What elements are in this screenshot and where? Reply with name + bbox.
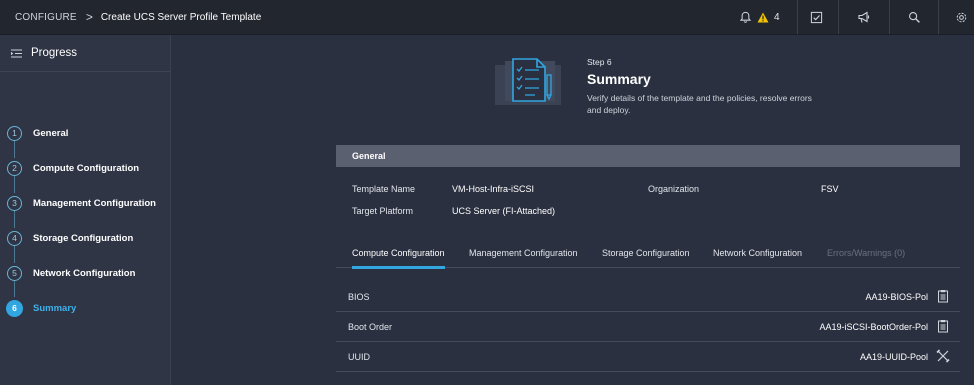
policy-value[interactable]: AA19-BIOS-Pol [865, 292, 928, 302]
progress-sidebar: Progress 1 General 2 Compute Configurati… [0, 35, 171, 385]
tab-management-configuration[interactable]: Management Configuration [469, 239, 578, 267]
warning-alerts[interactable]: 4 [757, 0, 787, 34]
summary-description: Verify details of the template and the p… [587, 93, 812, 115]
bell-icon[interactable] [736, 0, 754, 34]
step-number: 5 [7, 265, 22, 281]
general-section-title: General [352, 151, 386, 161]
breadcrumb: CONFIGURE > Create UCS Server Profile Te… [15, 10, 261, 24]
policy-value[interactable]: AA19-iSCSI-BootOrder-Pol [819, 322, 928, 332]
policy-row-boot-order: Boot Order AA19-iSCSI-BootOrder-Pol [336, 312, 960, 342]
policy-name: BIOS [348, 291, 370, 302]
step-label: Compute Configuration [33, 162, 140, 174]
organization-value: FSV [821, 184, 839, 194]
step-number: 2 [7, 160, 22, 176]
config-tabs: Compute Configuration Management Configu… [336, 239, 960, 269]
step-storage-configuration[interactable]: 4 Storage Configuration [0, 227, 170, 249]
summary-header: Step 6 Summary Verify details of the tem… [587, 57, 827, 116]
summary-document-icon [495, 53, 565, 124]
step-label: Storage Configuration [33, 232, 134, 244]
tab-errors-warnings: Errors/Warnings (0) [827, 248, 906, 258]
main-content: Step 6 Summary Verify details of the tem… [171, 35, 974, 385]
step-label: Network Configuration [33, 267, 136, 279]
tab-storage-configuration[interactable]: Storage Configuration [602, 239, 690, 267]
policy-name: Boot Order [348, 321, 393, 332]
search-icon[interactable] [905, 0, 923, 34]
template-name-label: Template Name [352, 184, 416, 194]
divider [838, 0, 839, 34]
breadcrumb-separator: > [85, 10, 93, 24]
alert-count: 4 [774, 11, 780, 23]
page-title: Create UCS Server Profile Template [100, 11, 262, 23]
policy-row-uuid: UUID AA19-UUID-Pool [336, 342, 960, 372]
step-label: General [33, 127, 69, 139]
step-management-configuration[interactable]: 3 Management Configuration [0, 192, 170, 214]
template-name-value: VM-Host-Infra-iSCSI [452, 184, 535, 194]
clipboard-icon[interactable] [936, 289, 950, 303]
summary-title: Summary [587, 71, 651, 87]
progress-title: Progress [31, 47, 78, 59]
target-platform-label: Target Platform [352, 206, 414, 216]
collapse-menu-icon[interactable] [11, 48, 22, 58]
policy-value[interactable]: AA19-UUID-Pool [860, 352, 928, 362]
step-number: 6 [6, 299, 23, 317]
policy-row-bios: BIOS AA19-BIOS-Pol [336, 282, 960, 312]
tasks-icon[interactable] [807, 0, 825, 34]
divider [938, 0, 939, 34]
divider [889, 0, 890, 34]
clipboard-icon[interactable] [936, 319, 950, 333]
top-bar: CONFIGURE > Create UCS Server Profile Te… [0, 0, 974, 35]
step-network-configuration[interactable]: 5 Network Configuration [0, 262, 170, 284]
tab-compute-configuration[interactable]: Compute Configuration [352, 239, 445, 269]
organization-label: Organization [648, 184, 700, 194]
breadcrumb-configure[interactable]: CONFIGURE [15, 12, 77, 23]
step-label: Management Configuration [33, 197, 156, 209]
step-number: 4 [7, 230, 22, 246]
warning-icon [757, 12, 769, 22]
step-general[interactable]: 1 General [0, 122, 170, 144]
step-label: Summary [33, 302, 77, 314]
announcement-icon[interactable] [855, 0, 873, 34]
policy-name: UUID [348, 351, 370, 362]
progress-header: Progress [0, 35, 170, 72]
settings-icon[interactable] [952, 0, 970, 34]
step-number: 3 [7, 195, 22, 211]
step-number: 1 [7, 125, 22, 141]
step-indicator: Step 6 [587, 57, 612, 67]
step-summary[interactable]: 6 Summary [0, 297, 170, 319]
tab-network-configuration[interactable]: Network Configuration [713, 239, 802, 267]
tools-icon[interactable] [936, 349, 950, 363]
divider [797, 0, 798, 34]
step-compute-configuration[interactable]: 2 Compute Configuration [0, 157, 170, 179]
general-section-header: General [336, 145, 960, 167]
target-platform-value: UCS Server (FI-Attached) [452, 206, 556, 216]
